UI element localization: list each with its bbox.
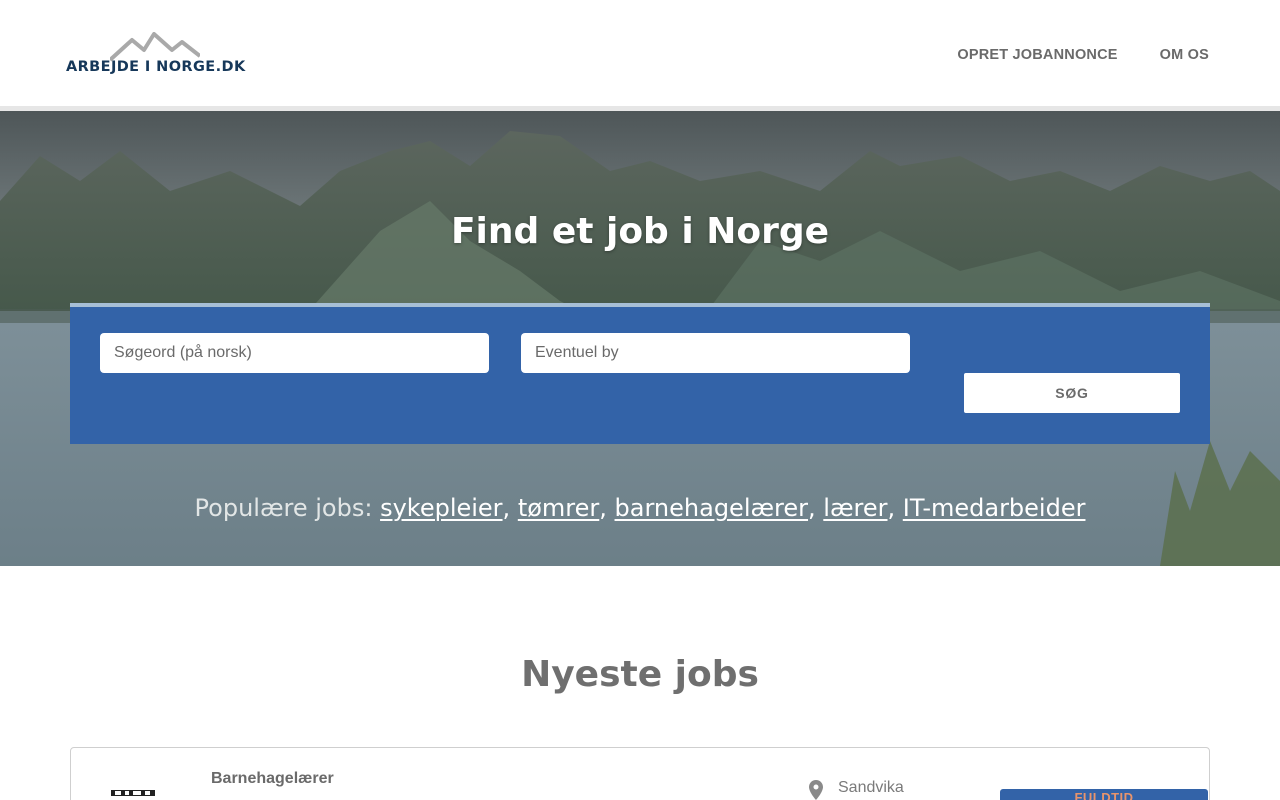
job-listing-card[interactable]: Barnehagelærer Sandvika FULDTID [70, 747, 1210, 800]
job-location: Sandvika [838, 779, 904, 796]
hero-title: Find et job i Norge [450, 211, 830, 252]
popular-jobs-label: Populære jobs: [194, 494, 373, 522]
job-type-badge: FULDTID [1000, 789, 1208, 800]
main-nav: OPRET JOBANNONCE OM OS [957, 47, 1209, 63]
search-panel: SØG [70, 303, 1210, 444]
newest-jobs-title: Nyeste jobs [521, 654, 759, 695]
city-search-input[interactable] [521, 333, 910, 373]
map-pin-icon [809, 780, 823, 800]
keyword-search-input[interactable] [100, 333, 489, 373]
site-header: ARBEJDE I NORGE.DK OPRET JOBANNONCE OM O… [0, 0, 1280, 106]
popular-job-link[interactable]: lærer [823, 494, 887, 522]
mountain-logo-icon [110, 32, 200, 62]
nav-about-us[interactable]: OM OS [1160, 47, 1209, 63]
popular-job-link[interactable]: sykepleier [380, 494, 502, 522]
popular-job-link[interactable]: IT-medarbeider [903, 494, 1086, 522]
site-logo[interactable]: ARBEJDE I NORGE.DK [66, 32, 246, 82]
popular-jobs: Populære jobs: sykepleier, tømrer, barne… [194, 494, 1086, 522]
popular-job-link[interactable]: tømrer [518, 494, 599, 522]
popular-job-link[interactable]: barnehagelærer [615, 494, 809, 522]
hero-section: Find et job i Norge SØG Populære jobs: s… [0, 111, 1280, 566]
nav-create-job-ad[interactable]: OPRET JOBANNONCE [957, 47, 1117, 63]
company-logo [111, 790, 155, 796]
logo-text: ARBEJDE I NORGE.DK [66, 59, 246, 75]
job-title-link[interactable]: Barnehagelærer [211, 770, 334, 788]
search-button[interactable]: SØG [964, 373, 1180, 413]
